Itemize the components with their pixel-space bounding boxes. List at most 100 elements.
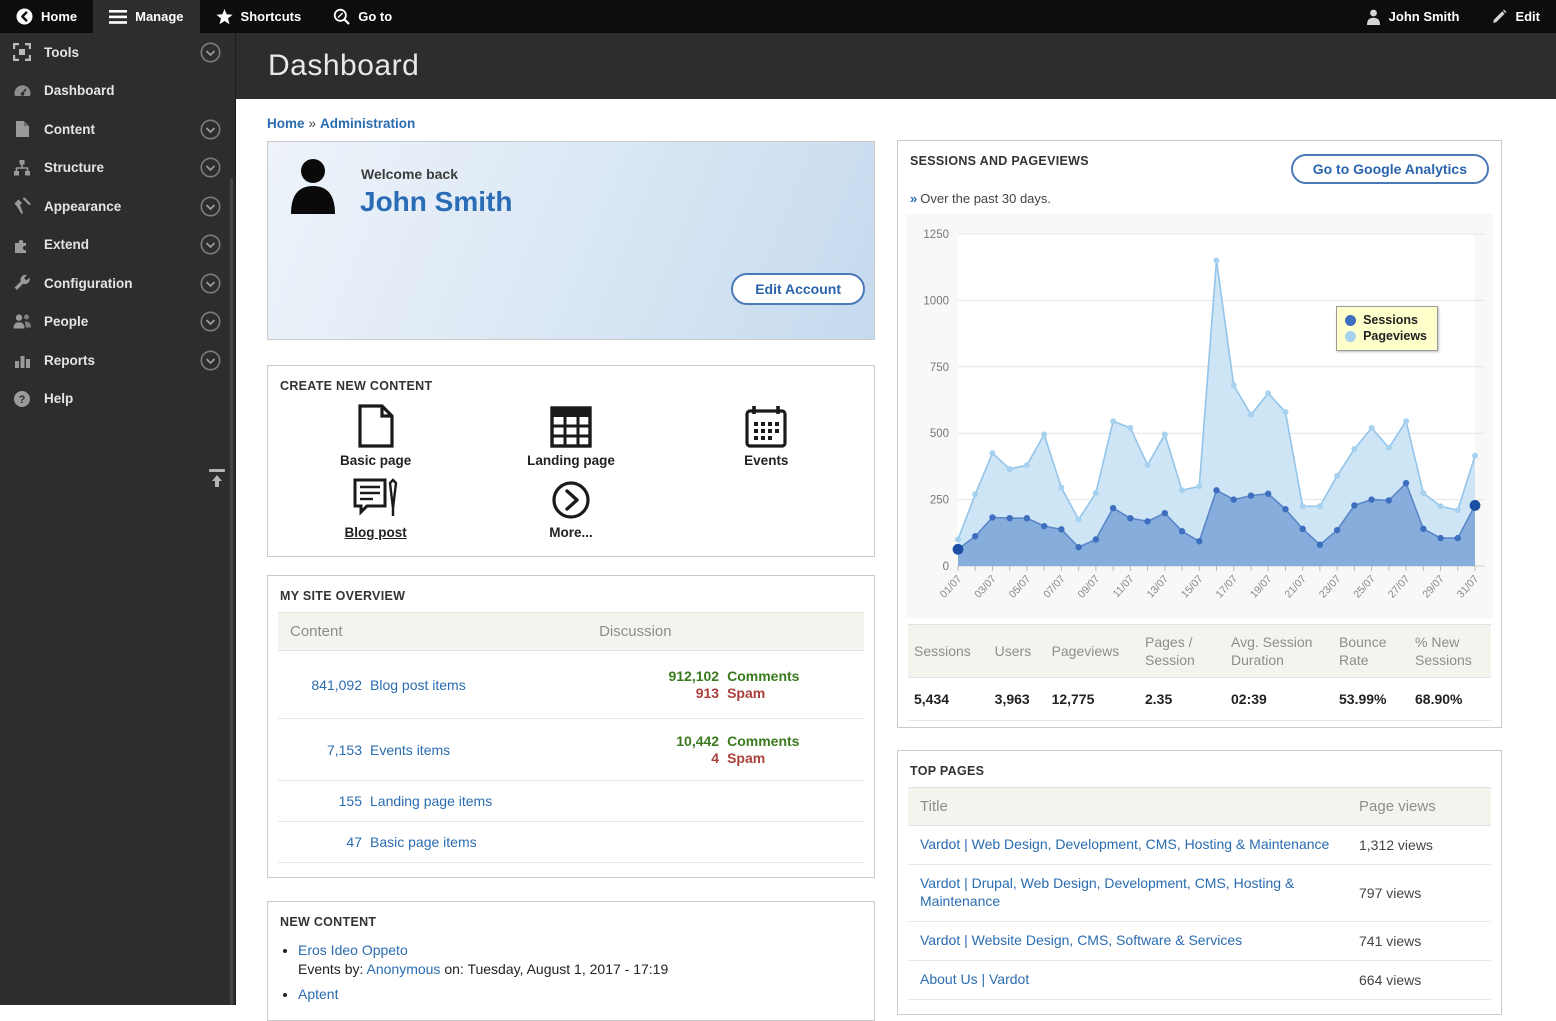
left-column: Home» Administration Welcome back John Sm… bbox=[267, 116, 875, 1021]
comments-link[interactable]: Comments bbox=[727, 733, 799, 749]
toolbar-manage-label: Manage bbox=[135, 9, 184, 24]
content-count-link[interactable]: 7,153 bbox=[290, 742, 362, 758]
toolbar-home[interactable]: Home bbox=[0, 0, 93, 33]
create-item-label: Events bbox=[744, 453, 789, 468]
stats-header: % New Sessions bbox=[1409, 624, 1491, 678]
legend-label: Pageviews bbox=[1363, 329, 1427, 343]
stats-header: Avg. Session Duration bbox=[1225, 624, 1333, 678]
sidebar-item-people[interactable]: People bbox=[0, 303, 235, 342]
svg-text:0: 0 bbox=[943, 561, 949, 573]
subtitle-text: Over the past 30 days. bbox=[920, 191, 1052, 206]
comments-link[interactable]: Comments bbox=[727, 668, 799, 684]
toolbar-manage[interactable]: Manage bbox=[93, 0, 200, 33]
create-basic-page[interactable]: Basic page bbox=[278, 402, 473, 468]
sidebar-item-appearance[interactable]: Appearance bbox=[0, 187, 235, 226]
chevron-down-icon[interactable] bbox=[200, 119, 221, 140]
sidebar-item-dashboard[interactable]: Dashboard bbox=[0, 72, 235, 111]
more-arrow-icon bbox=[551, 474, 591, 520]
content-count-link[interactable]: 841,092 bbox=[290, 677, 362, 693]
svg-text:09/07: 09/07 bbox=[1076, 573, 1103, 601]
sidebar-item-reports[interactable]: Reports bbox=[0, 341, 235, 380]
chevron-down-icon[interactable] bbox=[200, 196, 221, 217]
chevron-down-icon[interactable] bbox=[200, 273, 221, 294]
page-title-link[interactable]: About Us | Vardot bbox=[920, 971, 1029, 987]
content-type-link[interactable]: Basic page items bbox=[370, 834, 477, 850]
new-content-panel: NEW CONTENT Eros Ideo Oppeto Events by: … bbox=[267, 901, 875, 1021]
new-content-title-link[interactable]: Eros Ideo Oppeto bbox=[298, 942, 408, 958]
breadcrumb-home-link[interactable]: Home bbox=[267, 116, 305, 131]
table-row: Vardot | Web Design, Development, CMS, H… bbox=[908, 826, 1491, 865]
table-row: 47 Basic page items bbox=[278, 822, 864, 863]
author-link[interactable]: Anonymous bbox=[367, 961, 441, 977]
help-icon: ? bbox=[12, 389, 32, 409]
welcome-greeting: Welcome back bbox=[361, 166, 459, 182]
chart-legend: Sessions Pageviews bbox=[1336, 306, 1438, 351]
top-pages-panel: TOP PAGES Title Page views Vardot | Web … bbox=[897, 750, 1502, 1015]
stat-value: 5,434 bbox=[908, 677, 989, 721]
welcome-panel: Welcome back John Smith Edit Account bbox=[267, 141, 875, 340]
sidebar-item-configuration[interactable]: Configuration bbox=[0, 264, 235, 303]
spam-link[interactable]: Spam bbox=[727, 750, 765, 766]
sidebar-item-tools[interactable]: Tools bbox=[0, 33, 235, 72]
chevron-down-icon[interactable] bbox=[200, 42, 221, 63]
chevron-down-icon[interactable] bbox=[200, 234, 221, 255]
page-title-link[interactable]: Vardot | Drupal, Web Design, Development… bbox=[920, 875, 1294, 909]
sidebar-item-content[interactable]: Content bbox=[0, 110, 235, 149]
chevron-down-icon[interactable] bbox=[200, 157, 221, 178]
go-to-google-analytics-button[interactable]: Go to Google Analytics bbox=[1290, 154, 1489, 184]
puzzle-icon bbox=[12, 235, 32, 255]
subtitle-marker: » bbox=[910, 191, 918, 206]
column-header-discussion: Discussion bbox=[599, 623, 672, 640]
page-title-link[interactable]: Vardot | Website Design, CMS, Software &… bbox=[920, 932, 1242, 948]
content-type-link[interactable]: Landing page items bbox=[370, 793, 492, 809]
landing-page-icon bbox=[550, 402, 592, 448]
content-count-link[interactable]: 47 bbox=[290, 834, 362, 850]
create-item-label: Basic page bbox=[340, 453, 412, 468]
chevron-down-icon[interactable] bbox=[200, 350, 221, 371]
stats-header-row: Sessions Users Pageviews Pages / Session… bbox=[908, 624, 1491, 678]
basic-page-icon bbox=[358, 402, 394, 448]
edit-account-button[interactable]: Edit Account bbox=[731, 273, 865, 305]
content-type-link[interactable]: Events items bbox=[370, 742, 450, 758]
page-views-value: 741 views bbox=[1359, 933, 1422, 949]
toolbar-goto[interactable]: Go to bbox=[317, 0, 408, 33]
svg-text:1000: 1000 bbox=[923, 295, 949, 307]
stat-value: 2.35 bbox=[1139, 677, 1225, 721]
create-blog-post[interactable]: Blog post bbox=[278, 474, 473, 540]
sessions-pageviews-chart[interactable]: 0 250 500 750 1000 1250 01/07 03/07 05/07 07/07 09… bbox=[908, 218, 1491, 618]
stats-values-row: 5,434 3,963 12,775 2.35 02:39 53.99% 68.… bbox=[908, 677, 1491, 721]
content-count-link[interactable]: 155 bbox=[290, 793, 362, 809]
toolbar-user-label: John Smith bbox=[1388, 9, 1460, 24]
stats-header: Pageviews bbox=[1045, 624, 1139, 678]
sidebar-item-structure[interactable]: Structure bbox=[0, 149, 235, 188]
bar-chart-icon bbox=[12, 350, 32, 370]
user-icon bbox=[1366, 9, 1381, 25]
spam-count: 913 bbox=[695, 685, 720, 701]
sidebar-item-extend[interactable]: Extend bbox=[0, 226, 235, 265]
breadcrumb-administration-link[interactable]: Administration bbox=[320, 116, 415, 131]
toolbar-user[interactable]: John Smith bbox=[1350, 0, 1476, 33]
svg-text:21/07: 21/07 bbox=[1282, 573, 1309, 601]
stats-header: Bounce Rate bbox=[1333, 624, 1409, 678]
new-content-list: Eros Ideo Oppeto Events by: Anonymous on… bbox=[298, 942, 874, 1002]
create-events[interactable]: Events bbox=[669, 402, 864, 468]
avatar-icon bbox=[285, 156, 341, 214]
create-more[interactable]: More... bbox=[473, 474, 668, 540]
comments-count: 912,102 bbox=[668, 668, 720, 684]
collapse-tray-icon[interactable] bbox=[206, 466, 228, 490]
sidebar-item-help[interactable]: ? Help bbox=[0, 380, 235, 419]
new-content-title-link[interactable]: Aptent bbox=[298, 986, 338, 1002]
chevron-down-icon[interactable] bbox=[200, 311, 221, 332]
toolbar-edit[interactable]: Edit bbox=[1475, 0, 1556, 33]
spam-link[interactable]: Spam bbox=[727, 685, 765, 701]
table-row: 155 Landing page items bbox=[278, 781, 864, 822]
create-landing-page[interactable]: Landing page bbox=[473, 402, 668, 468]
content-type-link[interactable]: Blog post items bbox=[370, 677, 466, 693]
svg-text:750: 750 bbox=[930, 362, 949, 374]
create-item-label: More... bbox=[549, 525, 593, 540]
page-title-link[interactable]: Vardot | Web Design, Development, CMS, H… bbox=[920, 836, 1329, 852]
toolbar-shortcuts[interactable]: Shortcuts bbox=[200, 0, 318, 33]
sessions-pageviews-panel: SESSIONS AND PAGEVIEWS Go to Google Anal… bbox=[897, 140, 1502, 728]
stats-header: Pages / Session bbox=[1139, 624, 1225, 678]
wrench-icon bbox=[12, 273, 32, 293]
